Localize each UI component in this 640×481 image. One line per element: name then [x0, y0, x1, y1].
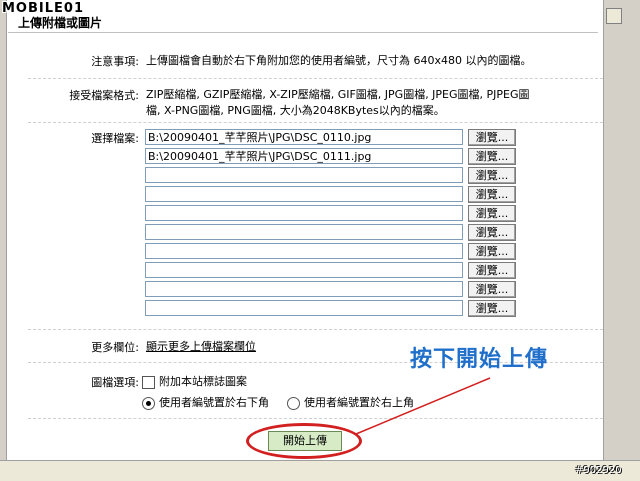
watermark-text: #902920	[575, 465, 622, 476]
status-bar	[0, 460, 640, 481]
screenshot-frame: MOBILE01 上傳附檔或圖片 注意事項: 上傳圖檔會自動於右下角附加您的使用…	[0, 0, 640, 481]
annotation-arrow	[355, 377, 491, 435]
